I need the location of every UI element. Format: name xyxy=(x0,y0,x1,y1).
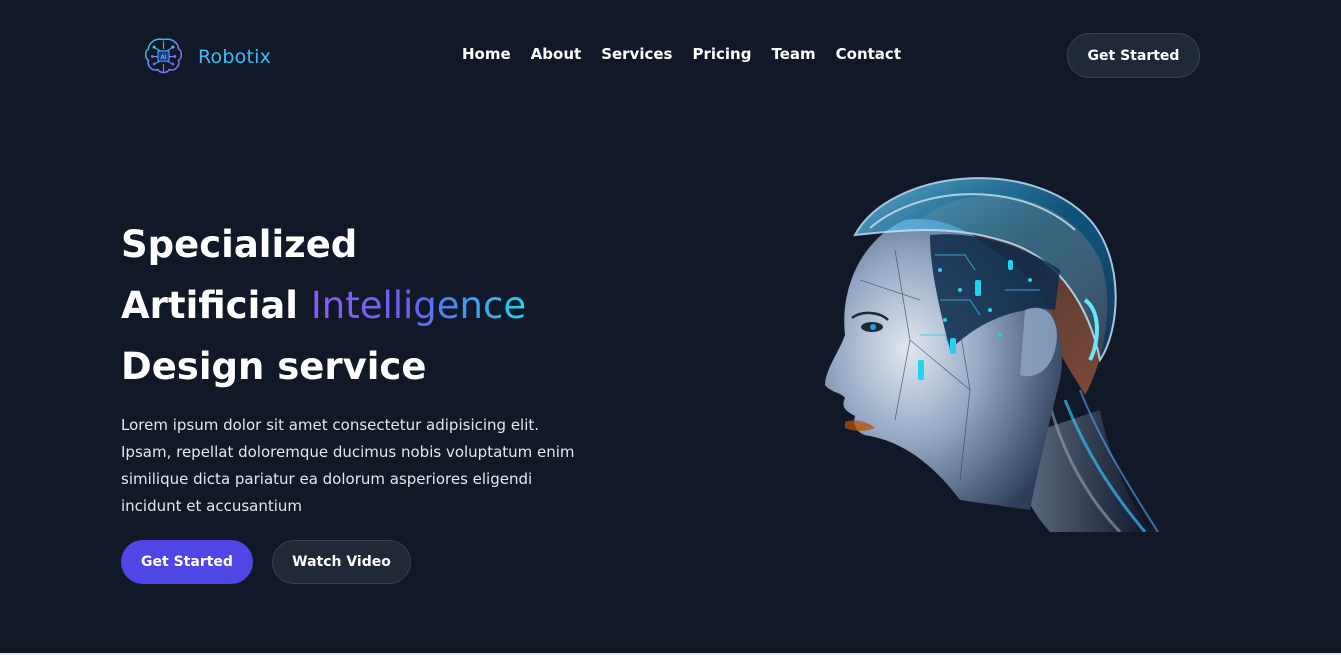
svg-text:AI: AI xyxy=(161,54,167,61)
hero-title: Specialized Artificial Intelligence Desi… xyxy=(121,214,526,397)
hero-title-line3: Design service xyxy=(121,345,427,388)
nav-link-pricing[interactable]: Pricing xyxy=(692,45,751,63)
nav-link-about[interactable]: About xyxy=(531,45,582,63)
hero-description: Lorem ipsum dolor sit amet consectetur a… xyxy=(121,416,575,515)
hero-title-line1: Specialized xyxy=(121,223,358,266)
header-get-started-button[interactable]: Get Started xyxy=(1067,33,1200,78)
page: AI Robotix Home About Services Pricing T… xyxy=(0,0,1341,655)
watch-video-button[interactable]: Watch Video xyxy=(272,540,411,584)
hero-title-accent: Intelligence xyxy=(310,284,527,327)
ai-brain-icon: AI xyxy=(144,38,183,74)
robot-head-illustration xyxy=(825,177,1159,532)
nav-link-services[interactable]: Services xyxy=(601,45,672,63)
nav-link-home[interactable]: Home xyxy=(462,45,511,63)
brand-logo-link[interactable]: AI Robotix xyxy=(141,34,271,79)
nav-link-contact[interactable]: Contact xyxy=(836,45,901,63)
nav-link-team[interactable]: Team xyxy=(771,45,815,63)
brand-name: Robotix xyxy=(198,45,272,68)
hero-get-started-button[interactable]: Get Started xyxy=(121,540,253,584)
hero-title-line2-start: Artificial xyxy=(121,284,311,327)
main-nav: Home About Services Pricing Team Contact xyxy=(462,45,901,63)
